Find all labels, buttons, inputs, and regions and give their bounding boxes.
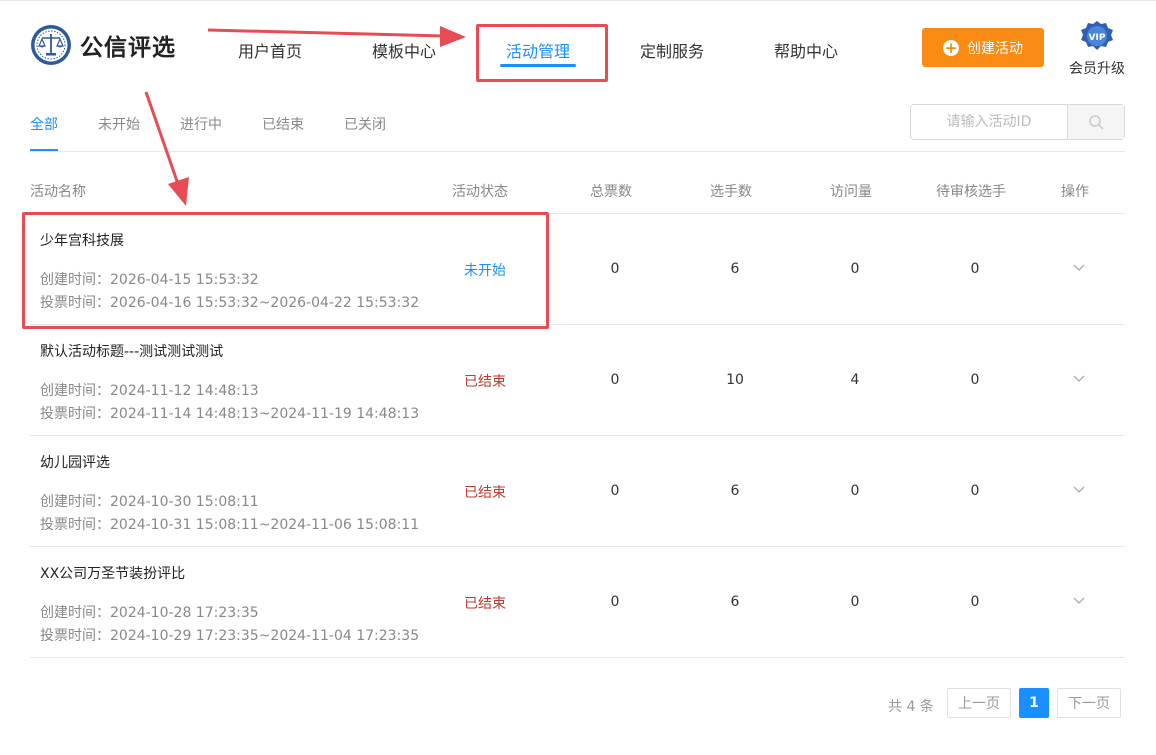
total-votes-value: 0	[610, 594, 620, 610]
search-button[interactable]	[1067, 105, 1124, 139]
created-time: 创建时间：2024-11-12 14:48:13	[40, 383, 259, 399]
vote-period: 投票时间：2026-04-16 15:53:32~2026-04-22 15:5…	[40, 295, 420, 311]
col-activity-status: 活动状态	[452, 184, 508, 200]
activity-name[interactable]: XX公司万圣节装扮评比	[40, 563, 185, 583]
top-border	[0, 0, 1156, 1]
table-row[interactable]: 幼儿园评选 创建时间：2024-10-30 15:08:11 投票时间：2024…	[30, 436, 1125, 547]
activity-search	[910, 104, 1125, 140]
status-badge: 已结束	[464, 374, 506, 390]
member-upgrade[interactable]: VIP 会员升级	[1066, 20, 1128, 78]
nav-activity-management[interactable]: 活动管理	[506, 38, 570, 62]
nav-active-indicator	[500, 64, 576, 67]
col-total-votes: 总票数	[590, 184, 632, 200]
pending-value: 0	[970, 261, 980, 277]
col-visits: 访问量	[830, 184, 872, 200]
plus-circle-icon: +	[943, 38, 959, 57]
col-contestants: 选手数	[710, 184, 752, 200]
table-row[interactable]: XX公司万圣节装扮评比 创建时间：2024-10-28 17:23:35 投票时…	[30, 547, 1125, 658]
tabs-divider	[30, 151, 1125, 152]
visits-value: 4	[850, 372, 860, 388]
annotation-arrow-line-row	[144, 91, 180, 185]
brand-name: 公信评选	[80, 35, 176, 61]
created-time: 创建时间：2024-10-28 17:23:35	[40, 605, 259, 621]
page-number-current[interactable]: 1	[1019, 688, 1049, 718]
create-activity-label: 创建活动	[967, 40, 1023, 57]
status-badge: 未开始	[464, 263, 506, 279]
col-pending-contestants: 待审核选手	[936, 184, 1006, 200]
visits-value: 0	[850, 483, 860, 499]
nav-template-center[interactable]: 模板中心	[372, 38, 436, 62]
tab-in-progress[interactable]: 进行中	[180, 114, 222, 134]
contestants-value: 10	[726, 372, 744, 388]
nav-custom-service[interactable]: 定制服务	[640, 38, 704, 62]
contestants-value: 6	[730, 594, 740, 610]
vip-badge-icon: VIP	[1081, 21, 1113, 50]
search-icon	[1089, 115, 1104, 130]
pending-value: 0	[970, 372, 980, 388]
activity-name[interactable]: 少年宫科技展	[40, 230, 124, 250]
vote-period: 投票时间：2024-10-29 17:23:35~2024-11-04 17:2…	[40, 628, 420, 644]
vip-upgrade-label: 会员升级	[1069, 61, 1125, 77]
nav-user-home[interactable]: 用户首页	[238, 38, 302, 62]
tab-all[interactable]: 全部	[30, 114, 58, 134]
nav-help-center[interactable]: 帮助中心	[774, 38, 838, 62]
annotation-arrowhead-row	[168, 177, 189, 206]
pending-value: 0	[970, 594, 980, 610]
visits-value: 0	[850, 261, 860, 277]
chevron-down-icon[interactable]	[1072, 482, 1086, 496]
table-row[interactable]: 少年宫科技展 创建时间：2026-04-15 15:53:32 投票时间：202…	[30, 214, 1125, 325]
status-badge: 已结束	[464, 485, 506, 501]
activity-name[interactable]: 默认活动标题---测试测试测试	[40, 341, 223, 361]
total-votes-value: 0	[610, 372, 620, 388]
created-time: 创建时间：2026-04-15 15:53:32	[40, 272, 259, 288]
prev-page-button[interactable]: 上一页	[947, 688, 1011, 718]
search-input[interactable]	[911, 105, 1067, 139]
next-page-button[interactable]: 下一页	[1057, 688, 1121, 718]
tab-ended[interactable]: 已结束	[262, 114, 304, 134]
scales-emblem-icon	[31, 25, 71, 65]
vote-period: 投票时间：2024-10-31 15:08:11~2024-11-06 15:0…	[40, 517, 420, 533]
col-actions: 操作	[1061, 184, 1089, 200]
pagination-total: 共 4 条	[888, 699, 934, 715]
activity-name[interactable]: 幼儿园评选	[40, 452, 110, 472]
tab-closed[interactable]: 已关闭	[344, 114, 386, 134]
contestants-value: 6	[730, 483, 740, 499]
create-activity-button[interactable]: + 创建活动	[922, 28, 1044, 67]
status-badge: 已结束	[464, 596, 506, 612]
total-votes-value: 0	[610, 483, 620, 499]
annotation-arrow-line-nav	[207, 28, 445, 38]
vote-period: 投票时间：2024-11-14 14:48:13~2024-11-19 14:4…	[40, 406, 420, 422]
contestants-value: 6	[730, 261, 740, 277]
table-row[interactable]: 默认活动标题---测试测试测试 创建时间：2024-11-12 14:48:13…	[30, 325, 1125, 436]
tab-not-started[interactable]: 未开始	[98, 114, 140, 134]
annotation-arrowhead-nav	[440, 26, 466, 47]
total-votes-value: 0	[610, 261, 620, 277]
pending-value: 0	[970, 483, 980, 499]
created-time: 创建时间：2024-10-30 15:08:11	[40, 494, 259, 510]
chevron-down-icon[interactable]	[1072, 593, 1086, 607]
vip-badge-text: VIP	[1089, 33, 1106, 43]
col-activity-name: 活动名称	[30, 184, 86, 200]
chevron-down-icon[interactable]	[1072, 260, 1086, 274]
chevron-down-icon[interactable]	[1072, 371, 1086, 385]
visits-value: 0	[850, 594, 860, 610]
brand-logo[interactable]: 公信评选	[30, 24, 176, 66]
